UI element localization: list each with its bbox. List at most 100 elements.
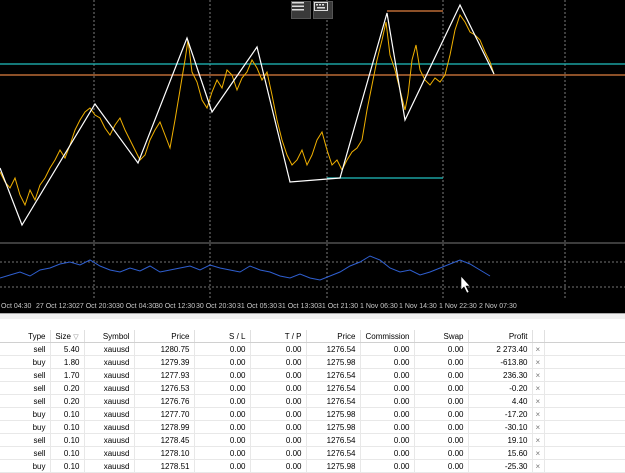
time-axis-label: 1 Nov 14:30 bbox=[399, 303, 437, 310]
trade-stop-loss: 0.00 bbox=[194, 368, 251, 382]
row-spacer bbox=[544, 368, 625, 382]
trade-symbol: xauusd bbox=[84, 394, 135, 408]
trade-open-price: 1277.70 bbox=[134, 407, 195, 421]
trade-profit: 2 273.40 bbox=[468, 342, 533, 356]
close-position-icon[interactable]: × bbox=[532, 420, 545, 434]
price-chart[interactable]: Oct 04:30 27 Oct 12:30 27 Oct 20:30 30 O… bbox=[0, 0, 625, 313]
row-spacer bbox=[544, 355, 625, 369]
trade-current-price: 1276.54 bbox=[306, 446, 361, 460]
trade-open-price: 1278.45 bbox=[134, 433, 195, 447]
close-position-icon[interactable]: × bbox=[532, 433, 545, 447]
column-header-symbol[interactable]: Symbol bbox=[84, 330, 135, 343]
chart-grid bbox=[93, 0, 566, 300]
column-header-tp[interactable]: T / P bbox=[250, 330, 307, 343]
time-axis-label: 2 Nov 07:30 bbox=[479, 303, 517, 310]
column-header-profit[interactable]: Profit bbox=[468, 330, 533, 343]
table-row[interactable]: sell 0.10 xauusd 1278.45 0.00 0.00 1276.54 0.00… bbox=[0, 433, 625, 447]
row-spacer bbox=[544, 420, 625, 434]
table-row[interactable]: sell 1.70 xauusd 1277.93 0.00 0.00 1276.54 0.00… bbox=[0, 368, 625, 382]
chart-keyboard-button[interactable] bbox=[313, 1, 333, 19]
close-position-icon[interactable]: × bbox=[532, 381, 545, 395]
trade-size: 0.10 bbox=[50, 420, 85, 434]
trade-commission: 0.00 bbox=[360, 459, 415, 473]
time-axis-label: 30 Oct 04:30 bbox=[116, 303, 157, 310]
trade-take-profit: 0.00 bbox=[250, 381, 307, 395]
trade-profit: -0.20 bbox=[468, 381, 533, 395]
row-spacer bbox=[544, 433, 625, 447]
trade-swap: 0.00 bbox=[414, 459, 469, 473]
trade-swap: 0.00 bbox=[414, 342, 469, 356]
time-axis-label: 27 Oct 12:30 bbox=[36, 303, 77, 310]
time-axis-label: 30 Oct 12:30 bbox=[155, 303, 196, 310]
column-header-swap[interactable]: Swap bbox=[414, 330, 469, 343]
table-row[interactable]: sell 0.20 xauusd 1276.53 0.00 0.00 1276.54 0.00… bbox=[0, 381, 625, 395]
trade-symbol: xauusd bbox=[84, 459, 135, 473]
chart-canvas[interactable] bbox=[0, 0, 625, 313]
column-header-type[interactable]: Type bbox=[0, 330, 51, 343]
trade-take-profit: 0.00 bbox=[250, 446, 307, 460]
trade-open-price: 1276.76 bbox=[134, 394, 195, 408]
column-header-spacer bbox=[544, 330, 625, 343]
chart-menu-button[interactable] bbox=[291, 1, 311, 19]
trade-stop-loss: 0.00 bbox=[194, 342, 251, 356]
trade-stop-loss: 0.00 bbox=[194, 407, 251, 421]
trade-commission: 0.00 bbox=[360, 394, 415, 408]
close-position-icon[interactable]: × bbox=[532, 407, 545, 421]
trade-symbol: xauusd bbox=[84, 381, 135, 395]
trade-take-profit: 0.00 bbox=[250, 342, 307, 356]
trade-stop-loss: 0.00 bbox=[194, 394, 251, 408]
column-header-open-price[interactable]: Price bbox=[134, 330, 195, 343]
trade-type: sell bbox=[0, 381, 51, 395]
trade-current-price: 1275.98 bbox=[306, 407, 361, 421]
table-row[interactable]: sell 0.20 xauusd 1276.76 0.00 0.00 1276.54 0.00… bbox=[0, 394, 625, 408]
trade-profit: -17.20 bbox=[468, 407, 533, 421]
table-row[interactable]: buy 0.10 xauusd 1277.70 0.00 0.00 1275.98 0.00 0… bbox=[0, 407, 625, 421]
zigzag-line bbox=[0, 3, 495, 227]
trade-open-price: 1278.99 bbox=[134, 420, 195, 434]
trade-current-price: 1276.54 bbox=[306, 342, 361, 356]
trade-take-profit: 0.00 bbox=[250, 355, 307, 369]
column-header-size-label: Size bbox=[55, 331, 71, 341]
trade-commission: 0.00 bbox=[360, 420, 415, 434]
column-header-sl[interactable]: S / L bbox=[194, 330, 251, 343]
trade-size: 0.10 bbox=[50, 459, 85, 473]
trade-commission: 0.00 bbox=[360, 355, 415, 369]
keyboard-icon bbox=[314, 2, 328, 11]
trade-swap: 0.00 bbox=[414, 394, 469, 408]
close-position-icon[interactable]: × bbox=[532, 394, 545, 408]
close-position-icon[interactable]: × bbox=[532, 368, 545, 382]
trade-size: 0.10 bbox=[50, 446, 85, 460]
trade-size: 0.10 bbox=[50, 407, 85, 421]
trade-commission: 0.00 bbox=[360, 407, 415, 421]
close-position-icon[interactable]: × bbox=[532, 459, 545, 473]
trade-stop-loss: 0.00 bbox=[194, 459, 251, 473]
trade-commission: 0.00 bbox=[360, 342, 415, 356]
trade-commission: 0.00 bbox=[360, 368, 415, 382]
row-spacer bbox=[544, 342, 625, 356]
trade-current-price: 1276.54 bbox=[306, 381, 361, 395]
trade-take-profit: 0.00 bbox=[250, 394, 307, 408]
trade-size: 1.70 bbox=[50, 368, 85, 382]
trade-current-price: 1276.54 bbox=[306, 433, 361, 447]
trade-type: sell bbox=[0, 433, 51, 447]
close-position-icon[interactable]: × bbox=[532, 446, 545, 460]
table-row[interactable]: buy 0.10 xauusd 1278.51 0.00 0.00 1275.98 0.00 0… bbox=[0, 459, 625, 473]
table-row[interactable]: buy 0.10 xauusd 1278.99 0.00 0.00 1275.98 0.00 0… bbox=[0, 420, 625, 434]
close-position-icon[interactable]: × bbox=[532, 342, 545, 356]
column-header-price[interactable]: Price bbox=[306, 330, 361, 343]
time-axis-label: 31 Oct 13:30 bbox=[278, 303, 319, 310]
column-header-size[interactable]: Size ▽ bbox=[50, 330, 85, 343]
close-position-icon[interactable]: × bbox=[532, 355, 545, 369]
indicator-line bbox=[0, 255, 491, 281]
table-row[interactable]: buy 1.80 xauusd 1279.39 0.00 0.00 1275.98 0.00 0… bbox=[0, 355, 625, 369]
trade-symbol: xauusd bbox=[84, 368, 135, 382]
column-header-commission[interactable]: Commission bbox=[360, 330, 415, 343]
table-row[interactable]: sell 0.10 xauusd 1278.10 0.00 0.00 1276.54 0.00… bbox=[0, 446, 625, 460]
trade-type: buy bbox=[0, 407, 51, 421]
trade-symbol: xauusd bbox=[84, 433, 135, 447]
column-header-close bbox=[532, 330, 545, 343]
trade-open-price: 1277.93 bbox=[134, 368, 195, 382]
table-header: Type Size ▽ Symbol Price S / L T / P Pri… bbox=[0, 330, 625, 343]
panel-splitter[interactable] bbox=[0, 313, 625, 319]
table-row[interactable]: sell 5.40 xauusd 1280.75 0.00 0.00 1276.54 0.00… bbox=[0, 342, 625, 356]
